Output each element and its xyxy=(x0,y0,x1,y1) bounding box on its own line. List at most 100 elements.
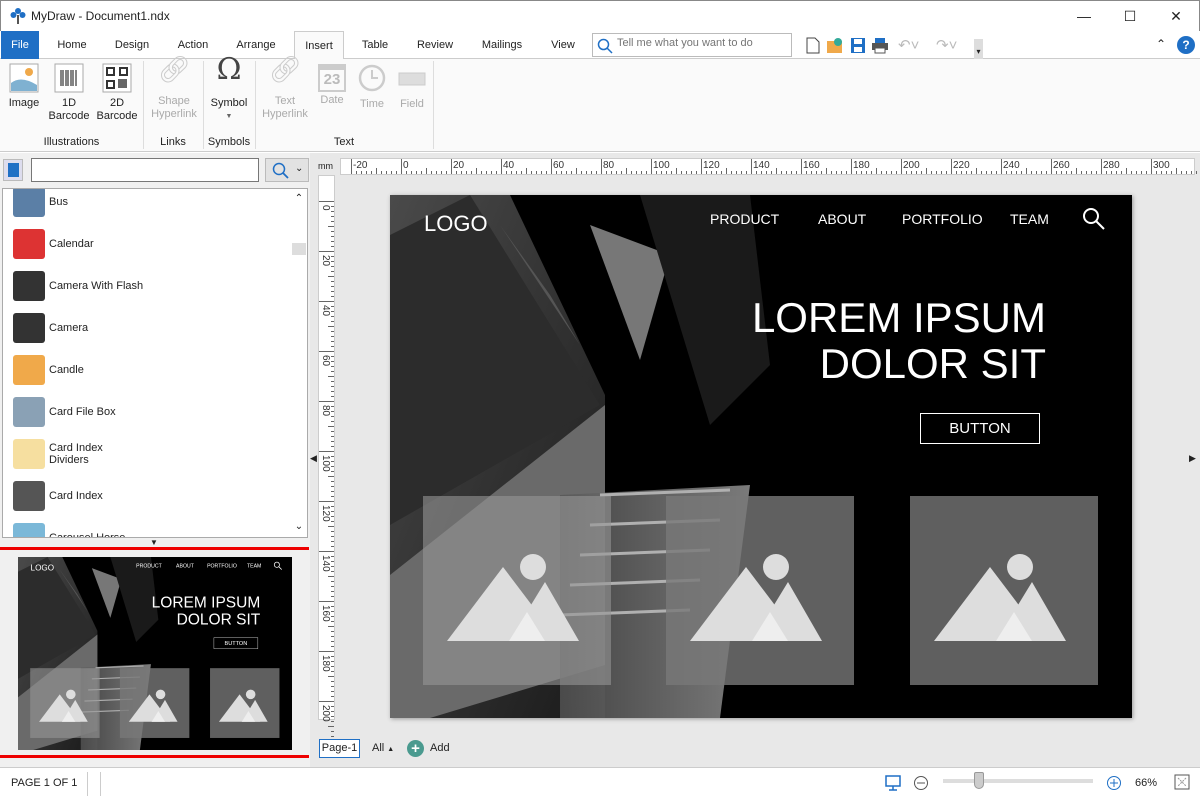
nav-product[interactable]: PRODUCT xyxy=(710,211,779,227)
tab-home[interactable]: Home xyxy=(48,31,96,59)
shape-search-input[interactable] xyxy=(31,158,259,182)
ruler-label: 120 xyxy=(703,160,720,171)
presentation-mode-icon[interactable] xyxy=(885,775,901,791)
shape-list-item[interactable]: Camera xyxy=(13,307,88,349)
tab-file[interactable]: File xyxy=(1,31,39,59)
nav-product[interactable]: PRODUCT xyxy=(136,563,162,569)
ruler-label: 200 xyxy=(903,160,920,171)
field-button[interactable]: Field xyxy=(394,63,430,111)
ruler-tick xyxy=(506,171,507,174)
ruler-tick xyxy=(386,171,387,174)
maximize-button[interactable]: ☐ xyxy=(1107,1,1153,31)
zoom-slider-thumb[interactable] xyxy=(974,772,984,789)
library-icon[interactable] xyxy=(3,159,23,181)
nav-about[interactable]: ABOUT xyxy=(818,211,866,227)
shape-list-item[interactable]: Bus xyxy=(13,189,68,223)
tab-mailings[interactable]: Mailings xyxy=(472,31,532,59)
page-overview-thumbnail[interactable]: LOGO PRODUCT ABOUT PORTFOLIO TEAM LOREM … xyxy=(18,557,292,750)
ruler-tick xyxy=(319,401,334,402)
tell-me-search[interactable] xyxy=(592,33,792,57)
ruler-tick xyxy=(331,246,334,247)
tab-insert[interactable]: Insert xyxy=(294,31,344,60)
add-page-button[interactable]: Add xyxy=(430,742,450,754)
ruler-tick xyxy=(328,426,334,427)
ruler-tick xyxy=(566,171,567,174)
pane-splitter-icon[interactable]: ▼ xyxy=(150,538,158,547)
tab-table[interactable]: Table xyxy=(352,31,398,59)
ruler-tick xyxy=(331,221,334,222)
nav-portfolio[interactable]: PORTFOLIO xyxy=(902,211,983,227)
cta-button[interactable]: BUTTON xyxy=(213,637,259,649)
zoom-in-icon[interactable] xyxy=(1106,775,1122,791)
shape-list-item[interactable]: Candle xyxy=(13,349,84,391)
undo-icon[interactable]: ↶˅ xyxy=(898,36,919,54)
ruler-tick xyxy=(421,171,422,174)
shapes-list: Bus Calendar Camera With Flash Camera Candle… xyxy=(2,188,308,538)
image-icon xyxy=(9,63,39,93)
ruler-tick xyxy=(328,726,334,727)
ruler-tick xyxy=(331,346,334,347)
insert-2d-barcode-button[interactable]: 2D Barcode xyxy=(94,63,140,123)
zoom-slider[interactable] xyxy=(943,772,1093,789)
tab-design[interactable]: Design xyxy=(106,31,158,59)
ruler-tick xyxy=(331,706,334,707)
open-folder-icon[interactable] xyxy=(826,37,844,54)
help-icon[interactable]: ? xyxy=(1177,36,1195,54)
collapse-right-icon[interactable]: ▶ xyxy=(1189,453,1196,464)
search-icon[interactable] xyxy=(273,561,283,570)
fit-to-window-icon[interactable] xyxy=(1174,774,1190,790)
text-hyperlink-button[interactable]: 🔗︎ Text Hyperlink xyxy=(259,56,311,121)
ruler-tick xyxy=(791,171,792,174)
page-tab-page-1[interactable]: Page-1 xyxy=(319,739,360,758)
ruler-tick xyxy=(351,159,352,174)
symbol-button[interactable]: Ω Symbol ▼ xyxy=(206,55,252,123)
ruler-tick xyxy=(1006,171,1007,174)
quick-access-customize-icon[interactable]: ▾ xyxy=(974,39,983,59)
shape-list-item[interactable]: Card Index xyxy=(13,475,103,517)
shape-list-item[interactable]: Calendar xyxy=(13,223,94,265)
document-page[interactable]: LOGO PRODUCT ABOUT PORTFOLIO TEAM LOREM … xyxy=(390,195,1132,718)
insert-image-button[interactable]: Image xyxy=(4,63,44,110)
minimize-button[interactable]: — xyxy=(1061,1,1107,31)
collapse-ribbon-icon[interactable]: ⌃ xyxy=(1156,37,1166,51)
shape-list-item[interactable]: Card File Box xyxy=(13,391,116,433)
date-button[interactable]: 23 Date xyxy=(314,63,350,107)
group-text: Text xyxy=(333,136,355,148)
ruler-tick xyxy=(376,168,377,174)
text-hyperlink-label: Text Hyperlink xyxy=(262,95,308,120)
new-document-icon[interactable] xyxy=(806,37,820,54)
shape-hyperlink-button[interactable]: 🔗︎ Shape Hyperlink xyxy=(148,56,200,121)
ruler-tick xyxy=(1121,171,1122,174)
tab-review[interactable]: Review xyxy=(408,31,462,59)
tab-view[interactable]: View xyxy=(542,31,584,59)
nav-portfolio[interactable]: PORTFOLIO xyxy=(207,563,237,569)
add-page-icon[interactable]: + xyxy=(407,740,424,757)
collapse-left-icon[interactable]: ◀ xyxy=(310,453,317,464)
calendar-icon: 23 xyxy=(318,64,346,92)
shape-list-item[interactable]: Card Index Dividers xyxy=(13,433,103,475)
print-icon[interactable] xyxy=(871,37,889,54)
shape-list-item[interactable]: Camera With Flash xyxy=(13,265,143,307)
ruler-tick xyxy=(1081,171,1082,174)
all-pages-dropdown[interactable]: All ▲ xyxy=(372,742,394,754)
close-button[interactable]: ✕ xyxy=(1153,1,1199,31)
search-icon[interactable] xyxy=(1082,207,1106,231)
ruler-tick xyxy=(836,171,837,174)
insert-1d-barcode-button[interactable]: 1D Barcode xyxy=(48,63,90,123)
redo-icon[interactable]: ↷˅ xyxy=(936,36,957,54)
cta-button[interactable]: BUTTON xyxy=(920,413,1040,444)
ruler-label: 140 xyxy=(753,160,770,171)
tell-me-input[interactable] xyxy=(617,37,787,49)
nav-about[interactable]: ABOUT xyxy=(176,563,194,569)
ruler-label: 240 xyxy=(1003,160,1020,171)
nav-team[interactable]: TEAM xyxy=(1010,211,1049,227)
time-button[interactable]: Time xyxy=(354,63,390,111)
save-icon[interactable] xyxy=(850,37,866,54)
shapes-list-scrollbar[interactable]: ⌃ ⌄ xyxy=(292,193,306,533)
shape-list-item[interactable]: Carousel Horse xyxy=(13,517,125,537)
shape-search-button[interactable]: ⌄ xyxy=(265,158,309,182)
ruler-tick xyxy=(328,526,334,527)
nav-team[interactable]: TEAM xyxy=(247,563,261,569)
ruler-tick xyxy=(1061,171,1062,174)
zoom-out-icon[interactable] xyxy=(913,775,929,791)
